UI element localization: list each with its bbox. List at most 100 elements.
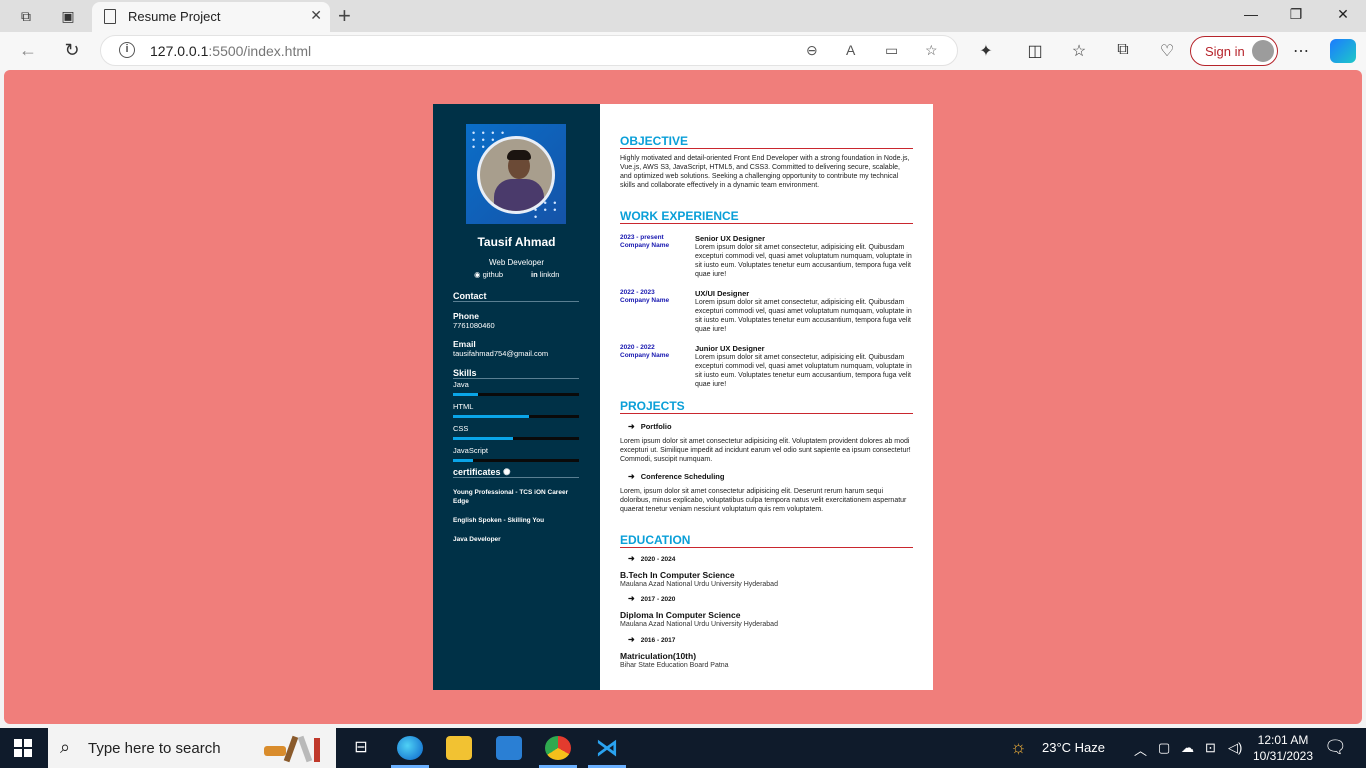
site-info-icon[interactable]: i <box>119 42 135 58</box>
divider <box>453 477 579 478</box>
collections-icon[interactable]: ⧉ <box>1112 41 1134 59</box>
arrow-right-icon: ➜ <box>628 472 635 481</box>
profile-role: Web Developer <box>489 258 544 267</box>
minimize-icon[interactable]: — <box>1241 6 1261 22</box>
skill-name: JavaScript <box>453 446 489 455</box>
close-tab-icon[interactable]: ✕ <box>310 7 322 24</box>
objective-text: Highly motivated and detail-oriented Fro… <box>620 155 910 189</box>
search-highlight-tools-icon[interactable] <box>260 732 330 764</box>
work-experience-heading: WORK EXPERIENCE <box>620 209 913 224</box>
browser-essentials-icon[interactable]: ♡ <box>1156 41 1178 61</box>
profile-photo: • • • • • • • • • • • • • • • • • • <box>466 124 566 224</box>
job-title: Junior UX Designer <box>695 344 765 353</box>
avatar <box>1252 40 1274 62</box>
address-toolbar: ← ↻ i 127.0.0.1:5500/index.html ⊖ A ▭ ☆ … <box>0 32 1366 70</box>
education-school: Bihar State Education Board Patna <box>620 662 729 669</box>
resume-main: OBJECTIVE Highly motivated and detail-or… <box>600 104 933 690</box>
edge-icon[interactable] <box>397 736 423 760</box>
job-description: Lorem ipsum dolor sit amet consectetur, … <box>695 299 912 333</box>
sign-in-label: Sign in <box>1205 44 1245 59</box>
zoom-icon[interactable]: ⊖ <box>806 42 818 59</box>
split-screen-icon[interactable]: ◫ <box>1024 41 1046 61</box>
taskbar: ⌕ Type here to search ⊟ ⋊ ☼ 23°C Haze ︿ … <box>0 728 1366 768</box>
education-school: Maulana Azad National Urdu University Hy… <box>620 581 778 588</box>
back-icon[interactable]: ← <box>17 40 39 61</box>
github-link[interactable]: ◉ github <box>474 270 503 279</box>
new-tab-icon[interactable]: + <box>338 3 351 29</box>
url-text[interactable]: 127.0.0.1:5500/index.html <box>150 43 311 59</box>
start-button[interactable] <box>14 739 32 757</box>
project-description: Lorem ipsum dolor sit amet consectetur a… <box>620 438 911 463</box>
skill-name: Java <box>453 380 469 389</box>
chrome-icon[interactable] <box>545 736 571 760</box>
objective-heading: OBJECTIVE <box>620 134 913 149</box>
onedrive-icon[interactable]: ☁ <box>1181 740 1194 756</box>
search-placeholder: Type here to search <box>88 740 221 757</box>
tab-bar: ⧉ ▣ Resume Project ✕ + — ❐ ✕ <box>0 0 1366 32</box>
resume-card: • • • • • • • • • • • • • • • • • • Tausif … <box>433 104 933 690</box>
job-date: 2020 - 2022 Company Name <box>620 344 670 359</box>
tab-actions-icon[interactable]: ▣ <box>58 6 78 26</box>
education-years: ➜ 2020 - 2024 <box>628 554 676 563</box>
taskbar-search[interactable]: ⌕ Type here to search <box>48 728 336 768</box>
address-field[interactable]: i 127.0.0.1:5500/index.html ⊖ A ▭ ☆ <box>100 35 958 66</box>
certificate-item: Young Professional - TCS iON Career Edge <box>453 489 569 505</box>
linkedin-link[interactable]: in linkdn <box>531 270 559 279</box>
job-description: Lorem ipsum dolor sit amet consectetur, … <box>695 244 912 278</box>
certificate-item: English Spoken - Skilling You <box>453 517 545 524</box>
read-aloud-icon[interactable]: A <box>846 42 855 58</box>
immersive-reader-icon[interactable]: ▭ <box>885 42 898 59</box>
network-icon[interactable]: ⊡ <box>1205 740 1216 756</box>
skill-bar-fill <box>453 459 474 462</box>
more-menu-icon[interactable]: ⋯ <box>1290 41 1312 61</box>
skill-bar <box>453 459 579 462</box>
job-description: Lorem ipsum dolor sit amet consectetur, … <box>695 354 912 388</box>
notifications-icon[interactable]: 🗨 <box>1324 737 1347 758</box>
workspaces-icon[interactable]: ⧉ <box>16 6 36 26</box>
job-date: 2023 - present Company Name <box>620 234 670 249</box>
sign-in-button[interactable]: Sign in <box>1190 36 1278 66</box>
project-description: Lorem, ipsum dolor sit amet consectetur … <box>620 488 907 513</box>
skill-name: HTML <box>453 402 474 411</box>
refresh-icon[interactable]: ↻ <box>61 40 83 61</box>
tab-resume-project[interactable]: Resume Project ✕ <box>92 2 330 32</box>
tab-title: Resume Project <box>128 9 221 24</box>
profile-name: Tausif Ahmad <box>477 235 556 249</box>
show-hidden-icons-icon[interactable]: ︿ <box>1134 740 1147 759</box>
skill-bar-fill <box>453 437 514 440</box>
certificate-badge-icon: ✺ <box>503 467 511 477</box>
job-date: 2022 - 2023 Company Name <box>620 289 670 304</box>
phone-value: 7761080460 <box>453 321 495 330</box>
file-explorer-icon[interactable] <box>446 736 472 760</box>
task-view-icon[interactable]: ⊟ <box>348 736 374 760</box>
weather-text[interactable]: 23°C Haze <box>1042 740 1105 755</box>
arrow-right-icon: ➜ <box>628 422 635 431</box>
restore-icon[interactable]: ❐ <box>1286 6 1306 23</box>
clock[interactable]: 12:01 AM 10/31/2023 <box>1240 732 1326 764</box>
vscode-icon[interactable]: ⋊ <box>594 736 620 760</box>
education-degree: Matriculation(10th) <box>620 651 697 661</box>
divider <box>453 301 579 302</box>
project-title: ➜ Conference Scheduling <box>628 472 725 481</box>
search-icon: ⌕ <box>60 737 71 757</box>
extensions-icon[interactable]: ✦ <box>975 41 997 61</box>
arrow-right-icon: ➜ <box>628 594 635 603</box>
skill-bar <box>453 415 579 418</box>
meet-now-icon[interactable]: ▢ <box>1158 740 1170 756</box>
arrow-right-icon: ➜ <box>628 635 635 644</box>
job-title: Senior UX Designer <box>695 234 766 243</box>
favorite-star-icon[interactable]: ☆ <box>925 42 938 59</box>
education-degree: B.Tech In Computer Science <box>620 570 735 580</box>
favorites-icon[interactable]: ☆ <box>1068 41 1090 61</box>
phone-label: Phone <box>453 311 479 321</box>
mail-icon[interactable] <box>496 736 522 760</box>
clock-time: 12:01 AM <box>1257 733 1309 747</box>
arrow-right-icon: ➜ <box>628 554 635 563</box>
close-window-icon[interactable]: ✕ <box>1333 6 1353 23</box>
weather-icon[interactable]: ☼ <box>1010 737 1027 758</box>
skills-heading: Skills <box>453 368 477 378</box>
divider <box>453 378 579 379</box>
education-heading: EDUCATION <box>620 533 913 548</box>
copilot-icon[interactable] <box>1330 39 1356 63</box>
clock-date: 10/31/2023 <box>1252 749 1314 763</box>
